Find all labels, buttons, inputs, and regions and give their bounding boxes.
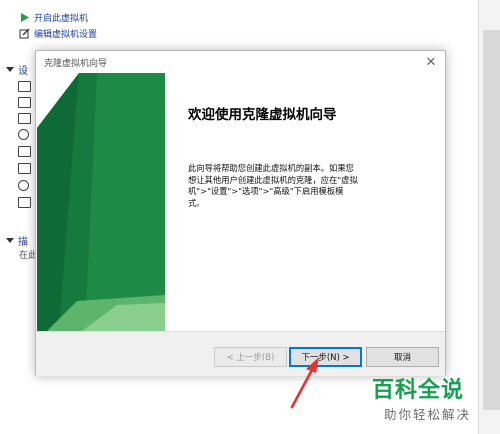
usb-controller-icon[interactable] (18, 163, 31, 174)
dialog-button-bar: < 上一步(B) 下一步(N) > 取消 (36, 331, 445, 376)
watermark-title: 百科全说 (372, 378, 465, 403)
edit-vm-settings-label: 编辑虚拟机设置 (34, 30, 98, 40)
memory-icon[interactable] (18, 81, 31, 92)
devices-section-header[interactable]: 设 (6, 62, 28, 77)
collapse-triangle-icon (6, 238, 14, 243)
clone-vm-wizard-dialog: 克隆虚拟机向导 ✕ 欢迎使用克隆虚拟机向导 此向导将帮助您创建此虚拟机的副本。如… (35, 50, 446, 376)
scrollbar-track[interactable] (483, 30, 500, 410)
next-button[interactable]: 下一步(N) > (289, 347, 362, 367)
description-section-header[interactable]: 描 (6, 233, 28, 248)
back-button[interactable]: < 上一步(B) (214, 347, 287, 367)
sound-card-icon[interactable] (18, 180, 29, 191)
wizard-heading: 欢迎使用克隆虚拟机向导 (188, 107, 337, 123)
close-icon: ✕ (425, 54, 437, 70)
cd-dvd-icon[interactable] (18, 129, 29, 140)
power-on-vm-link[interactable]: 开启此虚拟机 (19, 11, 88, 24)
close-button[interactable]: ✕ (422, 53, 440, 71)
watermark-logo: 百科全说 助你轻松解决 (368, 372, 494, 428)
display-icon[interactable] (18, 197, 31, 208)
network-adapter-icon[interactable] (18, 146, 31, 157)
wizard-description: 此向导将帮助您创建此虚拟机的副本。如果您想让其他用户创建此虚拟机的克隆，应在"虚… (188, 163, 358, 208)
wizard-banner-graphic (37, 73, 165, 331)
watermark-subtitle: 助你轻松解决 (384, 407, 472, 422)
dialog-title: 克隆虚拟机向导 (44, 58, 108, 69)
edit-settings-icon (19, 28, 30, 39)
collapse-triangle-icon (6, 67, 14, 72)
power-on-vm-label: 开启此虚拟机 (34, 14, 89, 24)
cancel-button[interactable]: 取消 (366, 347, 439, 367)
edit-vm-settings-link[interactable]: 编辑虚拟机设置 (19, 27, 97, 40)
dialog-titlebar[interactable]: 克隆虚拟机向导 (36, 51, 445, 73)
hard-disk-icon[interactable] (18, 113, 31, 124)
processor-icon[interactable] (18, 97, 31, 108)
play-icon (19, 12, 30, 23)
right-scroll-strip (478, 0, 500, 434)
